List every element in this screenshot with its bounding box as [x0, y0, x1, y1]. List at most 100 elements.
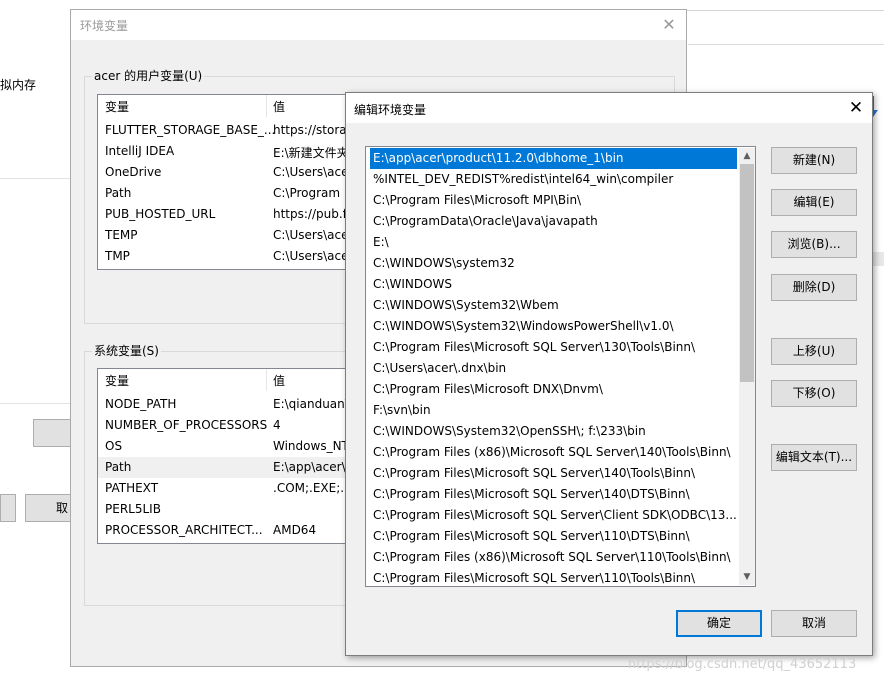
path-item[interactable]: C:\ProgramData\Oracle\Java\javapath	[370, 211, 737, 232]
path-item[interactable]: C:\Program Files\Microsoft DNX\Dnvm\	[370, 379, 737, 400]
variable-value: C:\Users\ace	[273, 249, 349, 263]
path-item[interactable]: C:\WINDOWS\System32\OpenSSH\; f:\233\bin	[370, 421, 737, 442]
variable-name: FLUTTER_STORAGE_BASE_...	[105, 123, 276, 137]
path-item[interactable]: C:\Program Files\Microsoft SQL Server\14…	[370, 484, 737, 505]
variable-value: C:\Program F	[273, 186, 351, 200]
move-down-button[interactable]: 下移(O)	[771, 380, 857, 407]
path-item-selected[interactable]: E:\app\acer\product\11.2.0\dbhome_1\bin	[370, 148, 737, 169]
variable-name: NUMBER_OF_PROCESSORS	[105, 418, 268, 432]
path-list[interactable]: E:\app\acer\product\11.2.0\dbhome_1\bin …	[365, 146, 756, 587]
title-bar: 环境变量 ✕	[71, 10, 686, 40]
cancel-button[interactable]: 取消	[771, 610, 857, 637]
variable-value: .COM;.EXE;.B	[273, 481, 353, 495]
close-icon[interactable]: ✕	[655, 13, 683, 37]
scroll-up-icon[interactable]: ▲	[739, 148, 755, 164]
variable-name: PROCESSOR_ARCHITECT...	[105, 523, 263, 537]
column-header-variable[interactable]: 变量	[105, 98, 129, 115]
edit-text-button[interactable]: 编辑文本(T)...	[771, 444, 857, 471]
variable-name: TMP	[105, 249, 130, 263]
path-text: C:\Users\acer\.dnx\bin	[373, 361, 507, 375]
path-text: C:\Program Files\Microsoft DNX\Dnvm\	[373, 382, 603, 396]
ok-button[interactable]: 确定	[676, 610, 762, 637]
path-text: C:\Program Files\Microsoft SQL Server\14…	[373, 466, 696, 480]
column-header-variable[interactable]: 变量	[105, 372, 129, 389]
path-item[interactable]: C:\WINDOWS\System32\WindowsPowerShell\v1…	[370, 316, 737, 337]
dialog-title: 环境变量	[80, 19, 129, 33]
path-text: %INTEL_DEV_REDIST%redist\intel64_win\com…	[373, 172, 674, 186]
background-button[interactable]	[33, 419, 73, 447]
path-text: C:\WINDOWS	[373, 277, 453, 291]
title-bar: 编辑环境变量 ✕	[346, 93, 872, 123]
path-text: C:\ProgramData\Oracle\Java\javapath	[373, 214, 598, 228]
browse-button[interactable]: 浏览(B)...	[771, 231, 857, 258]
background-button[interactable]	[0, 494, 16, 522]
variable-value: E:\新建文件夹	[273, 146, 349, 160]
variable-value: E:\qianduan\	[273, 397, 349, 411]
decorative-shape	[872, 252, 884, 266]
new-button[interactable]: 新建(N)	[771, 147, 857, 174]
path-item[interactable]: C:\Program Files\Microsoft SQL Server\11…	[370, 526, 737, 547]
path-item[interactable]: %INTEL_DEV_REDIST%redist\intel64_win\com…	[370, 169, 737, 190]
user-variables-label: acer 的用户变量(U)	[92, 67, 205, 84]
column-divider[interactable]	[266, 95, 267, 117]
variable-name: IntelliJ IDEA	[105, 144, 175, 158]
path-text: C:\WINDOWS\System32\WindowsPowerShell\v1…	[373, 319, 674, 333]
path-item[interactable]: C:\WINDOWS\System32\Wbem	[370, 295, 737, 316]
delete-button[interactable]: 删除(D)	[771, 274, 857, 301]
variable-name: PUB_HOSTED_URL	[105, 207, 216, 221]
path-item[interactable]: C:\Program Files\Microsoft SQL Server\11…	[370, 568, 737, 586]
path-text: C:\Program Files (x86)\Microsoft SQL Ser…	[373, 445, 731, 459]
path-text: C:\Program Files\Microsoft MPI\Bin\	[373, 193, 582, 207]
dialog-title: 编辑环境变量	[354, 103, 427, 117]
path-text: F:\svn\bin	[373, 403, 431, 417]
variable-value: Windows_NT	[273, 439, 349, 453]
variable-value: 4	[273, 418, 281, 432]
edit-environment-variable-dialog: 编辑环境变量 ✕ E:\app\acer\product\11.2.0\dbho…	[345, 92, 873, 656]
variable-name: TEMP	[105, 228, 138, 242]
column-header-value[interactable]: 值	[273, 98, 285, 115]
path-item[interactable]: C:\WINDOWS	[370, 274, 737, 295]
vertical-scrollbar[interactable]: ▲ ▼	[739, 148, 755, 585]
variable-value: E:\app\acer\	[273, 460, 346, 474]
variable-name: NODE_PATH	[105, 397, 177, 411]
path-text: C:\Program Files\Microsoft SQL Server\14…	[373, 487, 690, 501]
path-item[interactable]: C:\Program Files (x86)\Microsoft SQL Ser…	[370, 442, 737, 463]
background-cancel-button[interactable]: 取	[25, 494, 73, 522]
path-item[interactable]: C:\Program Files\Microsoft SQL Server\13…	[370, 337, 737, 358]
path-text: C:\WINDOWS\System32\OpenSSH\; f:\233\bin	[373, 424, 646, 438]
path-item[interactable]: E:\	[370, 232, 737, 253]
column-header-value[interactable]: 值	[273, 372, 285, 389]
variable-name: Path	[105, 186, 132, 200]
path-item[interactable]: C:\WINDOWS\system32	[370, 253, 737, 274]
path-text: C:\WINDOWS\system32	[373, 256, 515, 270]
divider	[688, 44, 884, 45]
variable-name: OneDrive	[105, 165, 162, 179]
close-icon[interactable]: ✕	[842, 96, 870, 120]
variable-value: AMD64	[273, 523, 317, 537]
scrollbar-thumb[interactable]	[740, 164, 754, 382]
scroll-down-icon[interactable]: ▼	[739, 569, 755, 585]
path-text: E:\app\acer\product\11.2.0\dbhome_1\bin	[373, 151, 624, 165]
path-text: C:\WINDOWS\System32\Wbem	[373, 298, 559, 312]
variable-value: C:\Users\ace	[273, 228, 349, 242]
path-text: E:\	[373, 235, 389, 249]
variable-name: Path	[105, 460, 132, 474]
move-up-button[interactable]: 上移(U)	[771, 338, 857, 365]
path-text: C:\Program Files\Microsoft SQL Server\Cl…	[373, 508, 737, 522]
path-item[interactable]: C:\Program Files\Microsoft SQL Server\Cl…	[370, 505, 737, 526]
path-item[interactable]: C:\Program Files\Microsoft SQL Server\14…	[370, 463, 737, 484]
edit-button[interactable]: 编辑(E)	[771, 189, 857, 216]
path-item[interactable]: C:\Users\acer\.dnx\bin	[370, 358, 737, 379]
column-divider[interactable]	[266, 369, 267, 391]
variable-value: https://storag	[273, 123, 355, 137]
path-text: C:\Program Files\Microsoft SQL Server\13…	[373, 340, 696, 354]
path-item[interactable]: F:\svn\bin	[370, 400, 737, 421]
path-text: C:\Program Files (x86)\Microsoft SQL Ser…	[373, 550, 731, 564]
variable-name: PATHEXT	[105, 481, 159, 495]
watermark: https://blog.csdn.net/qq_43652113	[628, 657, 857, 672]
path-item[interactable]: C:\Program Files\Microsoft MPI\Bin\	[370, 190, 737, 211]
variable-value: C:\Users\ace	[273, 165, 349, 179]
path-text: C:\Program Files\Microsoft SQL Server\11…	[373, 529, 690, 543]
path-item[interactable]: C:\Program Files (x86)\Microsoft SQL Ser…	[370, 547, 737, 568]
virtual-memory-label: 拟内存	[0, 78, 37, 92]
